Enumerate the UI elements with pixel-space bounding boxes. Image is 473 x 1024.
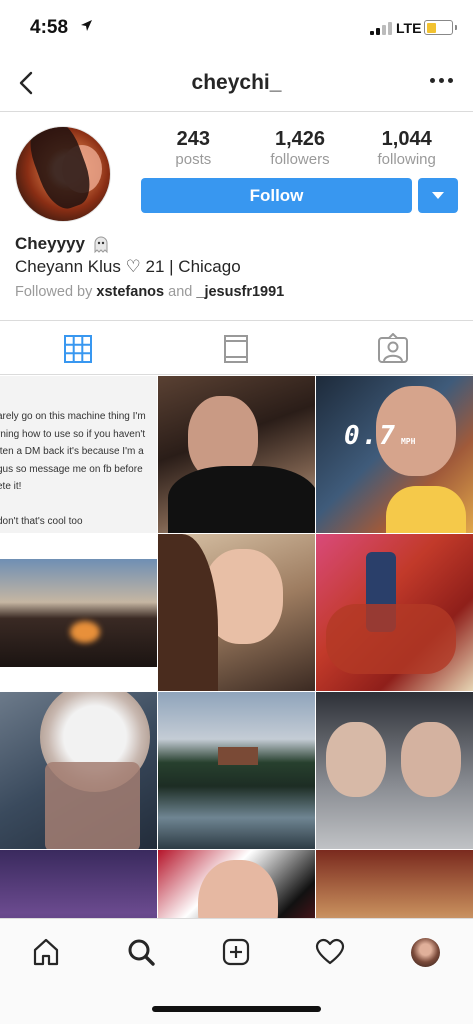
grid-post-photo[interactable]	[158, 850, 315, 919]
profile-tabs	[0, 320, 473, 375]
post-text-line: don't that's cool too	[0, 515, 83, 527]
tagged-person-icon[interactable]	[377, 333, 409, 365]
stat-value: 1,426	[274, 128, 326, 150]
profile-display-name: Cheyyyy	[15, 234, 111, 254]
profile-avatar[interactable]	[15, 126, 111, 222]
stat-value: 1,044	[381, 128, 432, 150]
page-title: cheychi_	[191, 71, 282, 94]
feed-icon[interactable]	[220, 333, 252, 365]
post-text-line: ete it!	[0, 481, 22, 492]
profile-stats: 243 posts 1,426 followers 1,044 followin…	[140, 128, 460, 170]
avatar[interactable]	[411, 938, 440, 967]
overlay-speed: 0.7	[344, 421, 397, 451]
photo-grid: arely go on this machine thing I'm rning…	[0, 376, 473, 919]
grid-post-photo[interactable]	[0, 534, 157, 691]
ghost-icon	[94, 236, 108, 254]
stat-label: posts	[175, 151, 212, 168]
grid-post-text[interactable]: arely go on this machine thing I'm rning…	[0, 376, 157, 533]
stat-following[interactable]: 1,044 following	[353, 128, 460, 170]
overlay-unit: MPH	[400, 437, 416, 446]
grid-post-photo[interactable]	[158, 692, 315, 849]
follow-button[interactable]: Follow	[141, 178, 412, 213]
add-square-icon[interactable]	[221, 937, 251, 967]
profile-header: cheychi_	[0, 56, 473, 112]
post-text-line: gus so message me on fb before	[0, 463, 143, 475]
battery-icon	[424, 20, 457, 35]
grid-post-photo[interactable]: 0.7 MPH	[316, 376, 473, 533]
stat-label: following	[377, 151, 436, 168]
heart-icon[interactable]	[315, 937, 345, 967]
signal-icon	[370, 22, 392, 35]
post-text-line: arely go on this machine thing I'm	[0, 411, 146, 422]
grid-icon[interactable]	[62, 333, 94, 365]
status-time: 4:58	[30, 17, 69, 38]
stat-followers[interactable]: 1,426 followers	[247, 128, 354, 170]
post-text-line: tten a DM back it's because I'm a	[0, 446, 144, 457]
suggested-accounts-dropdown-button[interactable]	[418, 178, 458, 213]
grid-post-photo[interactable]	[316, 534, 473, 691]
grid-post-photo[interactable]	[316, 850, 473, 919]
post-text-line: rning how to use so if you haven't	[0, 428, 146, 440]
home-icon[interactable]	[31, 937, 61, 967]
profile-bio: Cheyann Klus ♡ 21 | Chicago	[15, 257, 241, 276]
home-indicator[interactable]	[152, 1006, 321, 1012]
stat-value: 243	[176, 128, 211, 150]
grid-post-photo[interactable]	[158, 534, 315, 691]
grid-post-photo[interactable]	[0, 850, 157, 919]
display-name-text: Cheyyyy	[15, 234, 85, 253]
grid-post-photo[interactable]	[158, 376, 315, 533]
stat-posts[interactable]: 243 posts	[140, 128, 247, 170]
followed-by-user-link[interactable]: xstefanos	[96, 284, 164, 300]
stat-label: followers	[270, 151, 330, 168]
followed-by-user-link[interactable]: _jesusfr1991	[196, 284, 284, 300]
photo-overlay-text: 0.7 MPH	[344, 421, 415, 451]
network-label: LTE	[396, 20, 422, 36]
location-arrow-icon	[81, 20, 92, 31]
status-bar: 4:58 LTE	[0, 0, 473, 56]
followed-by-prefix: Followed by	[15, 284, 93, 300]
grid-post-photo[interactable]	[316, 692, 473, 849]
more-horizontal-icon[interactable]	[430, 78, 453, 83]
followed-by-and: and	[168, 284, 193, 300]
grid-post-photo[interactable]	[0, 692, 157, 849]
search-icon[interactable]	[126, 937, 156, 967]
followed-by-text: Followed by xstefanos and _jesusfr1991	[15, 284, 284, 300]
